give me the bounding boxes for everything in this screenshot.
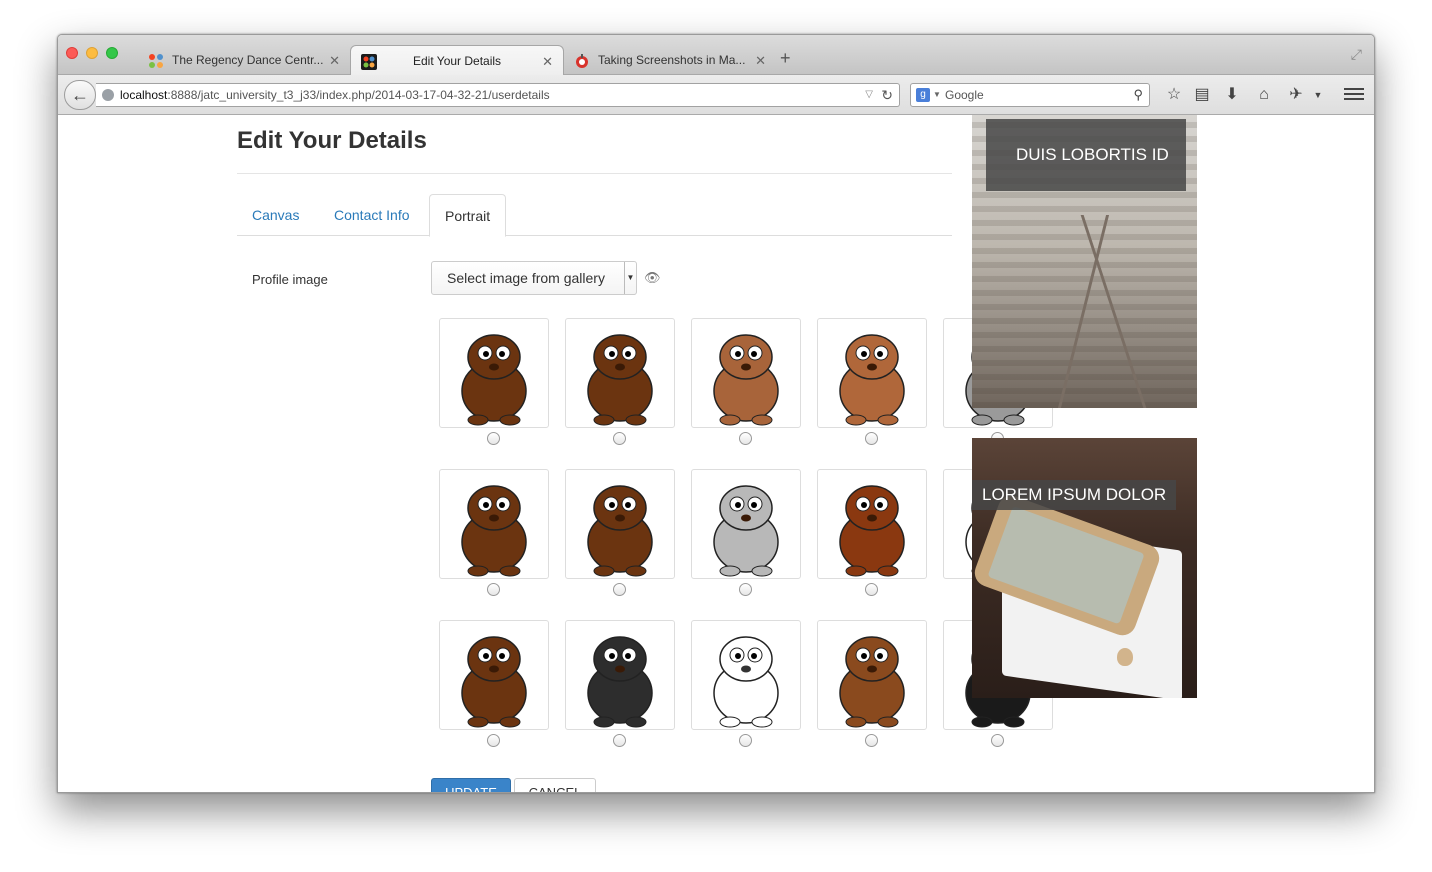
apple-icon: [576, 54, 588, 68]
cancel-button[interactable]: CANCEL: [514, 778, 596, 792]
fullscreen-icon[interactable]: ⤢: [1351, 46, 1362, 63]
avatar-radio[interactable]: [739, 583, 752, 596]
avatar-radio[interactable]: [865, 583, 878, 596]
rail-line: [1080, 215, 1147, 408]
close-window-button[interactable]: [66, 47, 78, 59]
url-bar[interactable]: localhost:8888/jatc_university_t3_j33/in…: [96, 83, 900, 107]
navigation-bar: ← localhost:8888/jatc_university_t3_j33/…: [58, 75, 1374, 115]
avatar-sheep[interactable]: [691, 620, 801, 730]
tab-contact-info[interactable]: Contact Info: [319, 194, 425, 236]
avatar-goat[interactable]: [691, 469, 801, 579]
banner-railway[interactable]: DUIS LOBORTIS ID: [972, 115, 1197, 408]
search-input[interactable]: g ▼ Google ⚲: [910, 83, 1150, 107]
reload-icon[interactable]: ↻: [881, 84, 893, 106]
tab-strip: The Regency Dance Centr... ✕ Edit Your D…: [58, 35, 1374, 76]
avatar-owl[interactable]: [439, 620, 549, 730]
avatar-radio[interactable]: [739, 734, 752, 747]
browser-tab-edit-details[interactable]: Edit Your Details ✕: [350, 45, 564, 76]
avatar-radio[interactable]: [613, 734, 626, 747]
avatar-dog[interactable]: [817, 318, 927, 428]
profile-tabs: Canvas Contact Info Portrait: [237, 194, 952, 237]
bookmark-star-icon[interactable]: ☆: [1164, 85, 1184, 105]
avatar-radio[interactable]: [739, 432, 752, 445]
addon-dropdown-icon[interactable]: ▼: [1308, 85, 1328, 105]
page-title: Edit Your Details: [237, 127, 427, 154]
joomla-icon: [361, 54, 377, 70]
browser-tab-regency[interactable]: The Regency Dance Centr... ✕: [138, 45, 350, 76]
download-icon[interactable]: ⬇: [1222, 85, 1242, 105]
avatar-kangaroo[interactable]: [817, 469, 927, 579]
menu-icon[interactable]: [1344, 85, 1364, 105]
back-button[interactable]: ←: [64, 80, 96, 110]
avatar-radio[interactable]: [487, 734, 500, 747]
avatar-yak[interactable]: [565, 469, 675, 579]
banner-caption: DUIS LOBORTIS ID: [986, 119, 1186, 191]
avatar-cat[interactable]: [691, 318, 801, 428]
page-content: Edit Your Details Canvas Contact Info Po…: [58, 115, 1374, 792]
avatar-radio[interactable]: [991, 734, 1004, 747]
url-path: :8888/jatc_university_t3_j33/index.php/2…: [167, 88, 550, 102]
search-icon[interactable]: ⚲: [1133, 84, 1143, 106]
globe-icon: [102, 89, 114, 101]
banner-caption: LOREM IPSUM DOLOR: [972, 480, 1177, 510]
avatar-radio[interactable]: [613, 583, 626, 596]
rail-line: [1057, 215, 1110, 408]
avatar-beaver[interactable]: [565, 318, 675, 428]
reading-list-icon[interactable]: ▤: [1192, 85, 1212, 105]
avatar-penguin[interactable]: [565, 620, 675, 730]
profile-image-label: Profile image: [252, 272, 328, 287]
browser-window: The Regency Dance Centr... ✕ Edit Your D…: [57, 34, 1375, 793]
addon-icon[interactable]: ✈: [1286, 85, 1306, 105]
avatar-radio[interactable]: [613, 432, 626, 445]
banner-phone[interactable]: LOREM IPSUM DOLOR: [972, 438, 1197, 698]
close-tab-icon[interactable]: ✕: [755, 45, 766, 76]
history-dropdown-icon[interactable]: ▽: [865, 84, 873, 106]
search-engine-dropdown-icon[interactable]: ▼: [933, 84, 941, 106]
chevron-down-icon: ▼: [624, 262, 636, 294]
tab-portrait[interactable]: Portrait: [429, 194, 507, 237]
browser-tab-title: The Regency Dance Centr...: [172, 53, 324, 67]
avatar-moose[interactable]: [439, 469, 549, 579]
browser-tab-title: Taking Screenshots in Ma...: [598, 53, 746, 67]
search-placeholder: Google: [945, 88, 984, 102]
tab-canvas[interactable]: Canvas: [237, 194, 314, 236]
apple-logo-icon: [1117, 648, 1133, 666]
zoom-window-button[interactable]: [106, 47, 118, 59]
minimize-window-button[interactable]: [86, 47, 98, 59]
avatar-squirrel[interactable]: [817, 620, 927, 730]
new-tab-button[interactable]: +: [780, 49, 791, 67]
browser-tab-title: Edit Your Details: [413, 54, 502, 68]
divider: [237, 173, 952, 174]
joomla-icon: [149, 54, 163, 68]
update-button[interactable]: UPDATE: [431, 778, 511, 792]
avatar-radio[interactable]: [865, 432, 878, 445]
google-icon: g: [916, 88, 930, 102]
select-value: Select image from gallery: [447, 270, 605, 286]
avatar-radio[interactable]: [487, 583, 500, 596]
avatar-radio[interactable]: [487, 432, 500, 445]
avatar-bear[interactable]: [439, 318, 549, 428]
browser-tab-screenshots[interactable]: Taking Screenshots in Ma... ✕: [564, 45, 776, 76]
avatar-radio[interactable]: [865, 734, 878, 747]
close-tab-icon[interactable]: ✕: [542, 46, 553, 77]
eye-icon[interactable]: 👁: [644, 270, 661, 286]
close-tab-icon[interactable]: ✕: [329, 45, 340, 76]
image-gallery-select[interactable]: Select image from gallery ▼: [431, 261, 637, 295]
home-icon[interactable]: ⌂: [1254, 85, 1274, 105]
url-host: localhost: [120, 88, 168, 102]
